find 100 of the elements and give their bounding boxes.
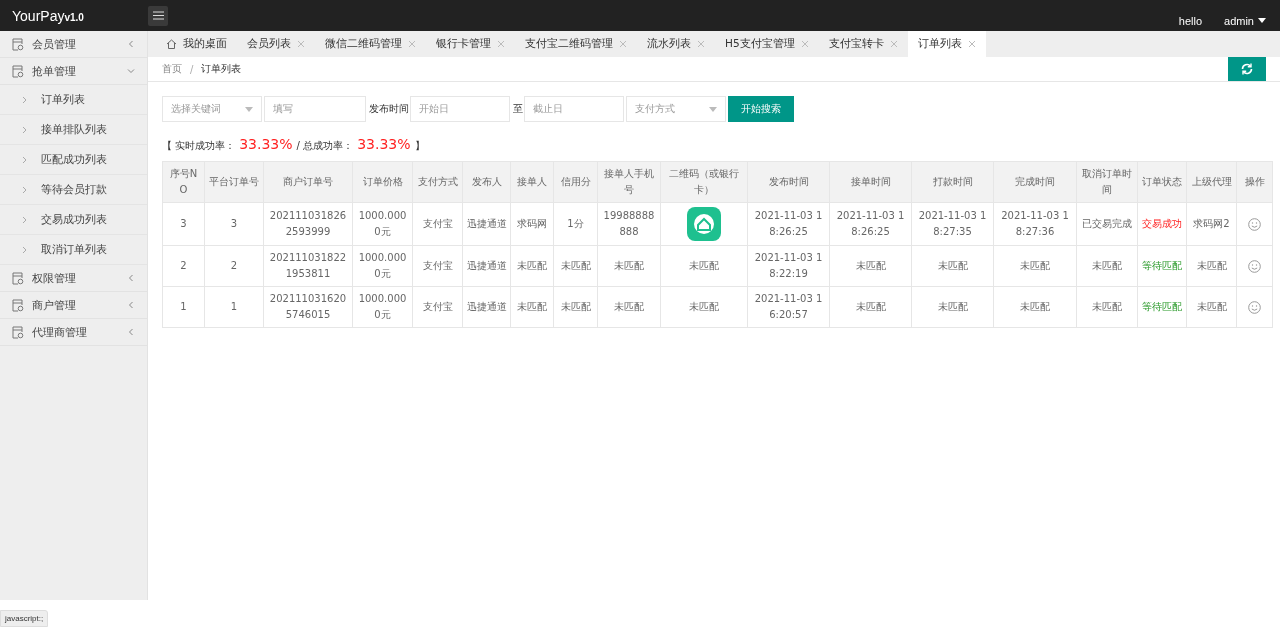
- table-cell: 迅捷通道: [462, 245, 511, 287]
- table-cell: 未匹配: [660, 286, 748, 328]
- rate-value: 33.33%: [357, 136, 411, 152]
- table-cell: 未匹配: [829, 245, 912, 287]
- sidebar-subitem[interactable]: 等待会员打款: [0, 175, 147, 205]
- sidebar-item[interactable]: 会员管理: [0, 31, 147, 58]
- table-cell: 已交易完成: [1076, 202, 1138, 246]
- table-cell: 未匹配: [510, 245, 554, 287]
- document-icon: [12, 271, 24, 285]
- table-cell: 2: [162, 245, 205, 287]
- table-cell: 2021-11-03 18:27:36: [993, 202, 1077, 246]
- table-cell: 2021-11-03 18:27:35: [911, 202, 994, 246]
- table-cell: 未匹配: [597, 286, 661, 328]
- chevron-right-icon: [22, 215, 27, 224]
- rate-label: 【 实时成功率：: [162, 139, 236, 153]
- column-header: 完成时间: [993, 161, 1077, 203]
- status-cell: 等待匹配: [1137, 245, 1187, 287]
- close-icon[interactable]: [889, 40, 898, 48]
- close-icon[interactable]: [297, 40, 305, 48]
- sidebar-item[interactable]: 商户管理: [0, 292, 147, 319]
- breadcrumb-separator: /: [190, 63, 194, 75]
- column-header: 平台订单号: [204, 161, 264, 203]
- table-cell: 迅捷通道: [462, 286, 511, 328]
- column-header: 商户订单号: [263, 161, 353, 203]
- close-icon[interactable]: [408, 40, 416, 48]
- refresh-button[interactable]: [1228, 57, 1266, 81]
- smiley-icon[interactable]: [1248, 217, 1261, 231]
- close-icon[interactable]: [697, 40, 705, 48]
- header-link[interactable]: hello: [1178, 14, 1203, 27]
- close-icon[interactable]: [497, 40, 505, 48]
- breadcrumb-link[interactable]: 订单列表: [201, 62, 242, 76]
- close-icon[interactable]: [800, 40, 809, 48]
- sidebar-item[interactable]: 抢单管理: [0, 58, 147, 85]
- column-header: 操作: [1236, 161, 1273, 203]
- user-menu[interactable]: admin: [1224, 14, 1266, 27]
- sidebar-subitem[interactable]: 订单列表: [0, 85, 147, 115]
- menu-button[interactable]: [148, 5, 168, 26]
- close-icon[interactable]: [967, 40, 976, 48]
- table-cell: 2021-11-03 18:26:25: [747, 202, 830, 246]
- tab[interactable]: 订单列表: [907, 31, 986, 57]
- chevron-right-icon: [22, 125, 27, 134]
- table-cell: 支付宝: [412, 286, 463, 328]
- breadcrumb-link[interactable]: 首页: [162, 62, 182, 76]
- sidebar-subitem[interactable]: 接单排队列表: [0, 115, 147, 145]
- table-cell: 1000.0000元: [352, 286, 413, 328]
- tab[interactable]: 支付宝二维码管理: [515, 31, 637, 57]
- sidebar-subitem[interactable]: 匹配成功列表: [0, 145, 147, 175]
- table-cell: 2021110318221953811: [263, 245, 353, 287]
- table-cell: 2: [204, 245, 264, 287]
- smiley-icon[interactable]: [1248, 300, 1261, 314]
- document-icon: [12, 325, 24, 339]
- table-cell: 未匹配: [993, 286, 1077, 328]
- column-header: 打款时间: [911, 161, 994, 203]
- tab[interactable]: 微信二维码管理: [315, 31, 426, 57]
- smiley-icon[interactable]: [1248, 259, 1261, 273]
- document-icon: [12, 37, 24, 51]
- tab[interactable]: 流水列表: [637, 31, 715, 57]
- column-header: 接单人: [510, 161, 554, 203]
- column-header: 序号NO: [162, 161, 205, 203]
- table-cell: 求码网: [510, 202, 554, 246]
- tab[interactable]: 我的桌面: [156, 31, 237, 57]
- column-header: 二维码（或银行卡）: [660, 161, 748, 203]
- column-header: 支付方式: [412, 161, 463, 203]
- app-icon: [687, 207, 721, 241]
- table-cell: 未匹配: [660, 245, 748, 287]
- status-cell: 等待匹配: [1137, 286, 1187, 328]
- table-cell: 未匹配: [1076, 286, 1138, 328]
- filter-label: 至: [512, 102, 524, 116]
- bracket-text: 】: [414, 139, 425, 153]
- column-header: 接单时间: [829, 161, 912, 203]
- column-header: 发布时间: [747, 161, 830, 203]
- sidebar-item[interactable]: 代理商管理: [0, 319, 147, 346]
- caret-icon: [709, 106, 717, 112]
- column-header: 发布人: [462, 161, 511, 203]
- sidebar-subitem[interactable]: 交易成功列表: [0, 205, 147, 235]
- refresh-icon: [1240, 62, 1254, 76]
- table-cell: 未匹配: [829, 286, 912, 328]
- tab[interactable]: 银行卡管理: [426, 31, 515, 57]
- sidebar-subitem[interactable]: 取消订单列表: [0, 235, 147, 265]
- app-logo: YourPayv1.0: [12, 7, 85, 24]
- tab[interactable]: 会员列表: [237, 31, 315, 57]
- table-cell: 未匹配: [553, 245, 598, 287]
- table-cell: 2021-11-03 16:20:57: [747, 286, 830, 328]
- table-cell: 2021110316205746015: [263, 286, 353, 328]
- rate-label: / 总成功率：: [296, 139, 354, 153]
- sidebar-item[interactable]: 权限管理: [0, 265, 147, 292]
- tab[interactable]: H5支付宝管理: [715, 31, 819, 57]
- close-icon[interactable]: [619, 40, 627, 48]
- table-cell: 1000.0000元: [352, 202, 413, 246]
- table-cell: 未匹配: [1186, 245, 1237, 287]
- document-icon: [12, 298, 24, 312]
- table-cell: 1: [204, 286, 264, 328]
- column-header: 订单价格: [352, 161, 413, 203]
- table-cell: 1000.0000元: [352, 245, 413, 287]
- table-cell: 3: [204, 202, 264, 246]
- chevron-right-icon: [22, 155, 27, 164]
- caret-icon: [1258, 18, 1266, 23]
- search-button[interactable]: 开始搜索: [728, 96, 794, 122]
- table-cell: 19988888888: [597, 202, 661, 246]
- tab[interactable]: 支付宝转卡: [818, 31, 908, 57]
